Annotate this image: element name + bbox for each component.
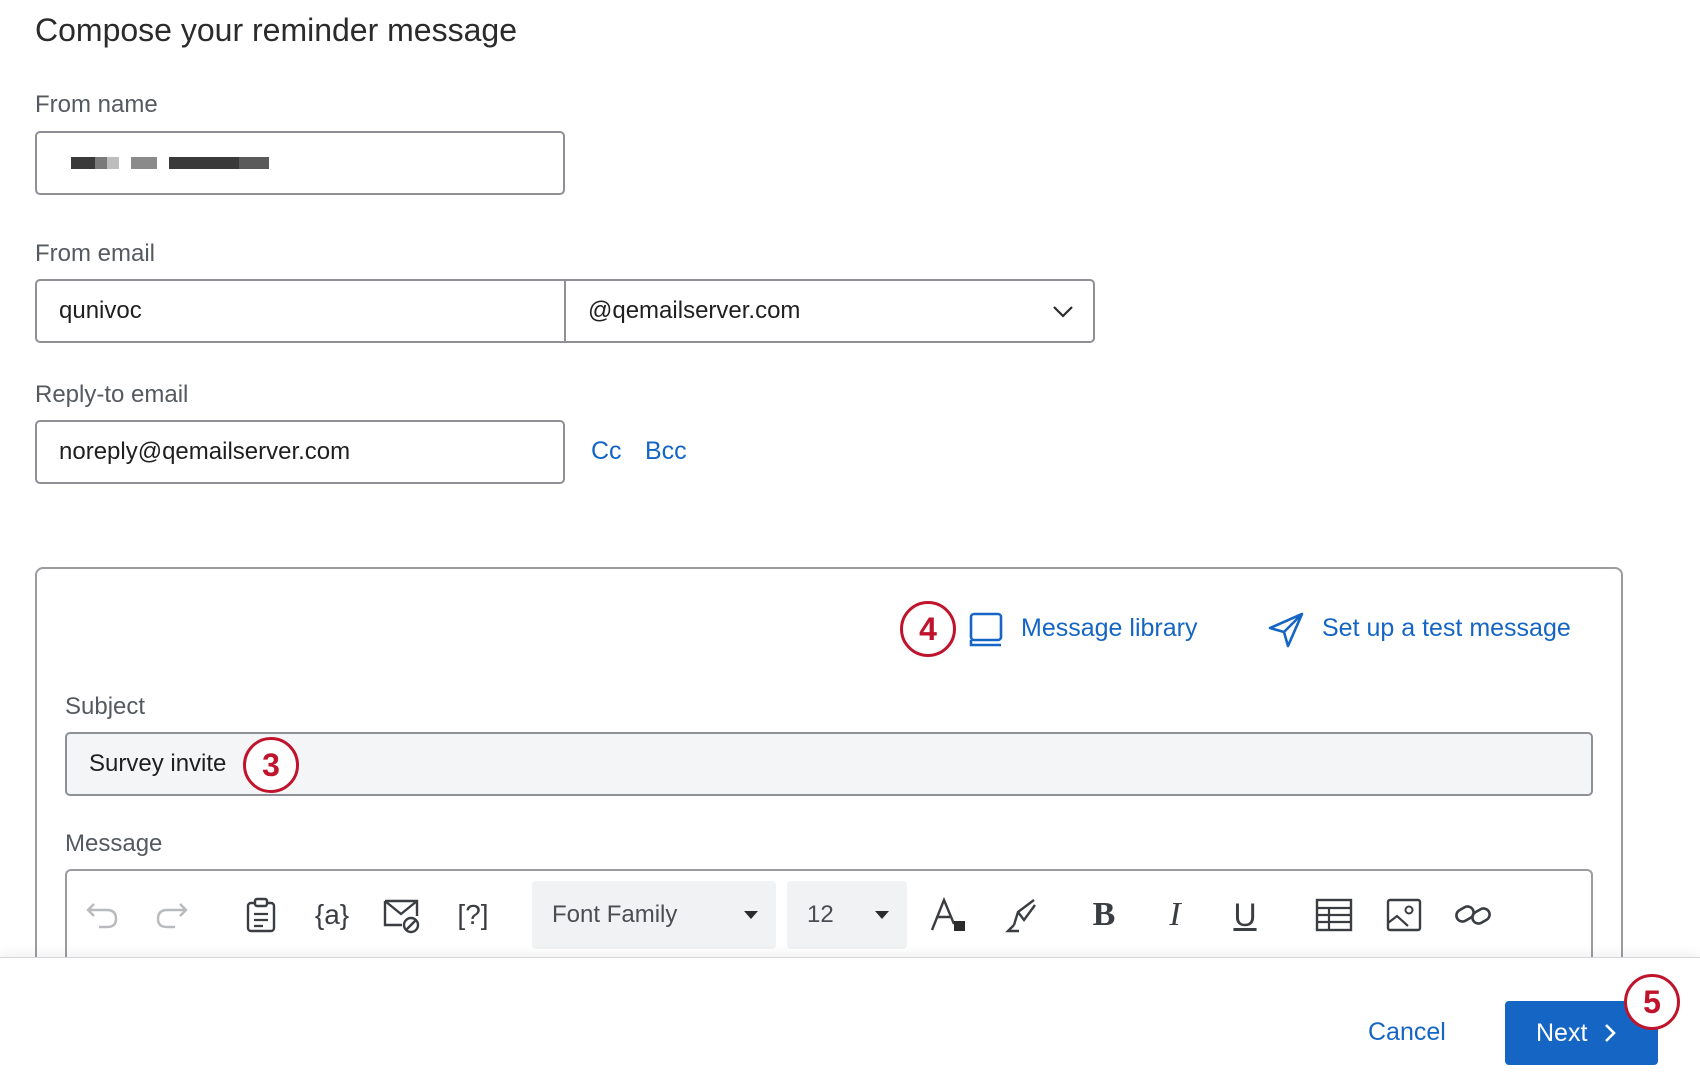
- bold-icon[interactable]: B: [1082, 893, 1126, 937]
- redacted-name: [59, 157, 269, 169]
- piped-text-icon[interactable]: {a}: [310, 893, 354, 937]
- font-family-value: Font Family: [552, 901, 678, 928]
- table-icon[interactable]: [1312, 893, 1356, 937]
- cancel-button[interactable]: Cancel: [1368, 1018, 1446, 1047]
- font-size-select[interactable]: 12: [787, 881, 907, 949]
- caret-down-icon: [875, 911, 889, 919]
- from-name-input[interactable]: [35, 131, 565, 195]
- font-size-value: 12: [807, 901, 834, 928]
- step-badge-5: 5: [1624, 974, 1680, 1030]
- image-icon[interactable]: [1382, 893, 1426, 937]
- caret-down-icon: [744, 911, 758, 919]
- from-email-domain-select[interactable]: @qemailserver.com: [564, 279, 1095, 343]
- chevron-right-icon: [1603, 1022, 1617, 1044]
- message-label: Message: [65, 830, 163, 857]
- reply-to-value: noreply@qemailserver.com: [59, 438, 351, 465]
- highlighter-icon[interactable]: [1000, 893, 1044, 937]
- message-library-link[interactable]: Message library: [1021, 614, 1197, 643]
- reply-to-label: Reply-to email: [35, 381, 189, 408]
- step-badge-3: 3: [243, 737, 299, 793]
- reply-to-input[interactable]: noreply@qemailserver.com: [35, 420, 565, 484]
- book-icon: [968, 611, 1004, 654]
- font-family-select[interactable]: Font Family: [532, 881, 776, 949]
- editor-toolbar: {a} [?] Font Family 12 B I U: [65, 869, 1593, 959]
- underline-icon[interactable]: U: [1223, 893, 1267, 937]
- page-title: Compose your reminder message: [35, 12, 517, 48]
- text-color-icon[interactable]: [926, 893, 970, 937]
- test-message-link[interactable]: Set up a test message: [1322, 614, 1571, 643]
- link-icon[interactable]: [1451, 893, 1495, 937]
- from-email-local-value: qunivoc: [59, 297, 142, 324]
- from-email-local-input[interactable]: qunivoc: [35, 279, 567, 343]
- cc-link[interactable]: Cc: [591, 437, 622, 466]
- from-email-domain-value: @qemailserver.com: [588, 297, 801, 324]
- from-email-label: From email: [35, 240, 156, 267]
- next-button-label: Next: [1536, 1018, 1588, 1047]
- email-block-icon[interactable]: [380, 893, 424, 937]
- subject-label: Subject: [65, 693, 146, 720]
- subject-value: Survey invite: [89, 750, 227, 777]
- help-bracket-icon[interactable]: [?]: [451, 893, 495, 937]
- bcc-link[interactable]: Bcc: [645, 437, 687, 466]
- redo-icon[interactable]: [150, 893, 194, 937]
- italic-icon[interactable]: I: [1153, 893, 1197, 937]
- clipboard-icon[interactable]: [239, 893, 283, 937]
- chevron-down-icon: [1051, 299, 1075, 330]
- send-icon: [1267, 611, 1305, 654]
- undo-icon[interactable]: [80, 893, 124, 937]
- step-badge-4: 4: [900, 601, 956, 657]
- from-name-label: From name: [35, 91, 158, 118]
